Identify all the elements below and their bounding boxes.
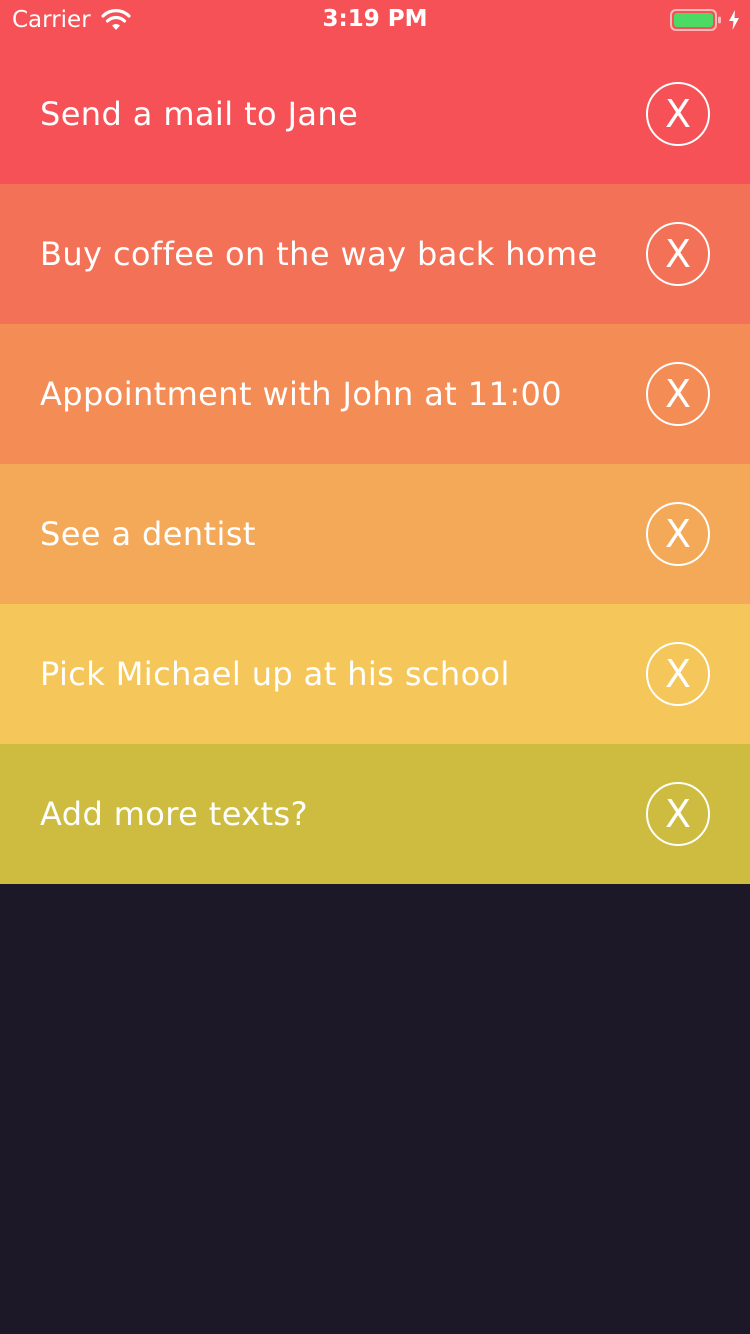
delete-task-button[interactable]: X [646,502,710,566]
battery-group [670,8,740,32]
task-label: See a dentist [40,515,256,553]
battery-icon [670,8,722,32]
close-icon: X [664,652,692,696]
delete-task-button[interactable]: X [646,362,710,426]
task-row[interactable]: Add more texts? X [0,744,750,884]
close-icon: X [664,372,692,416]
delete-task-button[interactable]: X [646,222,710,286]
status-bar: Carrier 3:19 PM [0,0,750,40]
task-list: Send a mail to Jane X Buy coffee on the … [0,0,750,884]
close-icon: X [664,92,692,136]
delete-task-button[interactable]: X [646,782,710,846]
charging-bolt-icon [728,10,740,30]
close-icon: X [664,792,692,836]
task-row[interactable]: Buy coffee on the way back home X [0,184,750,324]
task-label: Add more texts? [40,795,308,833]
task-row[interactable]: See a dentist X [0,464,750,604]
task-label: Pick Michael up at his school [40,655,510,693]
close-icon: X [664,512,692,556]
status-time: 3:19 PM [322,6,428,32]
task-row[interactable]: Pick Michael up at his school X [0,604,750,744]
task-row[interactable]: Appointment with John at 11:00 X [0,324,750,464]
task-label: Send a mail to Jane [40,95,359,133]
task-label: Appointment with John at 11:00 [40,375,563,413]
delete-task-button[interactable]: X [646,82,710,146]
delete-task-button[interactable]: X [646,642,710,706]
close-icon: X [664,232,692,276]
task-label: Buy coffee on the way back home [40,235,598,273]
